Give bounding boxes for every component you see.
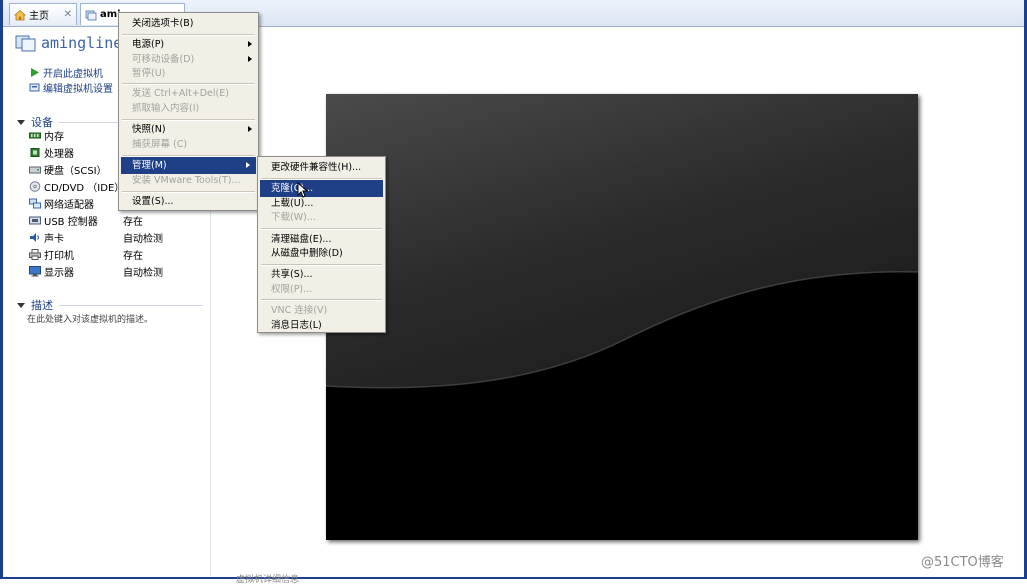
menu-item-label: 更改硬件兼容性(H)... (271, 162, 362, 173)
device-name: 声卡 (44, 234, 64, 245)
menu-item-label: 清理磁盘(E)... (271, 234, 332, 245)
device-name: 内存 (44, 132, 64, 143)
menu-item-label: 电源(P) (132, 39, 165, 50)
menu-item-label: 上载(U)... (271, 198, 314, 209)
mouse-cursor-icon (297, 182, 308, 198)
edit-settings-label: 编辑虚拟机设置 (43, 84, 113, 95)
device-name: 打印机 (44, 251, 74, 262)
vm-screen-preview[interactable] (326, 94, 918, 540)
cpu-icon (30, 148, 40, 157)
menu-item-grab-input[interactable]: 抓取输入内容(I) (119, 100, 258, 117)
submenu-arrow-icon (246, 162, 250, 168)
device-row-display[interactable]: 显示器 自动检测 (29, 263, 209, 280)
memory-icon (29, 132, 41, 139)
sound-icon (30, 233, 39, 242)
device-name: 网络适配器 (44, 200, 94, 211)
harddisk-icon (29, 166, 41, 174)
printer-icon (29, 249, 41, 260)
device-name: USB 控制器 (44, 217, 98, 228)
menu-item-capture-screen[interactable]: 捕获屏幕 (C) (119, 136, 258, 153)
submenu-arrow-icon (248, 56, 252, 62)
network-icon (29, 198, 41, 209)
close-tab-icon[interactable]: ✕ (64, 9, 72, 20)
home-icon (14, 9, 26, 20)
submenu-arrow-icon (248, 126, 252, 132)
menu-item-install-vmware-tools[interactable]: 安装 VMware Tools(T)... (119, 172, 258, 189)
device-value: 自动检测 (123, 268, 163, 279)
menu-item-label: 发送 Ctrl+Alt+Del(E) (132, 88, 229, 99)
tab-home-label: 主页 (29, 11, 49, 22)
collapse-triangle-icon[interactable] (17, 302, 25, 308)
device-value: 自动检测 (123, 234, 163, 245)
menu-item-pause[interactable]: 暂停(U) (119, 65, 258, 82)
manage-submenu: 更改硬件兼容性(H)... 克隆(C)... 上载(U)... 下载(W)...… (257, 156, 386, 333)
menu-item-label: 捕获屏幕 (C) (132, 139, 188, 150)
vm-title: amingline (15, 33, 122, 53)
tab-home[interactable]: 主页 ✕ (9, 3, 77, 25)
menu-item-label: 可移动设备(D) (132, 54, 195, 65)
menu-item-label: 消息日志(L) (271, 320, 322, 331)
device-row-usb[interactable]: USB 控制器 存在 (29, 212, 209, 229)
menu-item-label: 暂停(U) (132, 68, 166, 79)
submenu-item-delete-from-disk[interactable]: 从磁盘中删除(D) (258, 245, 385, 262)
menu-item-close-tab[interactable]: 关闭选项卡(B) (119, 15, 258, 32)
device-name: 处理器 (44, 149, 74, 160)
display-icon (29, 266, 41, 277)
power-on-vm-link[interactable]: 开启此虚拟机 (29, 65, 103, 80)
device-row-sound[interactable]: 声卡 自动检测 (29, 229, 209, 246)
submenu-arrow-icon (248, 41, 252, 47)
menu-separator (261, 228, 382, 230)
section-divider (59, 304, 203, 306)
vm-context-menu: 关闭选项卡(B) 电源(P) 可移动设备(D) 暂停(U) 发送 Ctrl+Al… (118, 12, 259, 211)
device-name: CD/DVD （IDE） (44, 183, 125, 194)
menu-item-label: 抓取输入内容(I) (132, 103, 200, 114)
menu-item-settings[interactable]: 设置(S)... (119, 193, 258, 210)
submenu-item-permissions[interactable]: 权限(P)... (258, 281, 385, 298)
description-section-header[interactable]: 描述 (17, 297, 203, 313)
device-value: 存在 (123, 251, 143, 262)
usb-icon (29, 216, 41, 225)
submenu-item-message-log[interactable]: 消息日志(L) (258, 317, 385, 334)
vm-name: amingline (41, 34, 123, 52)
collapse-triangle-icon[interactable] (17, 119, 25, 125)
vm-icon (85, 10, 97, 20)
cdrom-icon (29, 181, 41, 192)
device-name: 显示器 (44, 268, 74, 279)
device-row-printer[interactable]: 打印机 存在 (29, 246, 209, 263)
power-on-label: 开启此虚拟机 (43, 69, 103, 80)
device-name: 硬盘（SCSI） (44, 166, 107, 177)
menu-item-label: 关闭选项卡(B) (132, 18, 194, 29)
edit-vm-settings-link[interactable]: 编辑虚拟机设置 (29, 80, 113, 95)
device-value: 存在 (123, 217, 143, 228)
play-icon (31, 68, 39, 77)
menu-separator (261, 299, 382, 301)
menu-item-label: 安装 VMware Tools(T)... (132, 175, 241, 186)
menu-item-label: 管理(M) (132, 160, 167, 171)
vm-large-icon (15, 35, 36, 52)
menu-item-label: VNC 连接(V) (271, 305, 328, 316)
menu-item-label: 权限(P)... (271, 284, 313, 295)
menu-item-label: 下载(W)... (271, 212, 316, 223)
menu-item-label: 快照(N) (132, 124, 166, 135)
watermark: @51CTO博客 (921, 555, 1004, 570)
description-section-title: 描述 (31, 299, 53, 312)
menu-item-label: 设置(S)... (132, 196, 174, 207)
submenu-item-change-hw-compat[interactable]: 更改硬件兼容性(H)... (258, 159, 385, 176)
submenu-item-download[interactable]: 下载(W)... (258, 209, 385, 226)
description-field[interactable]: 在此处键入对该虚拟机的描述。 (27, 312, 153, 325)
menu-item-label: 共享(S)... (271, 269, 313, 280)
settings-icon (29, 83, 40, 92)
menu-item-label: 从磁盘中删除(D) (271, 248, 343, 259)
